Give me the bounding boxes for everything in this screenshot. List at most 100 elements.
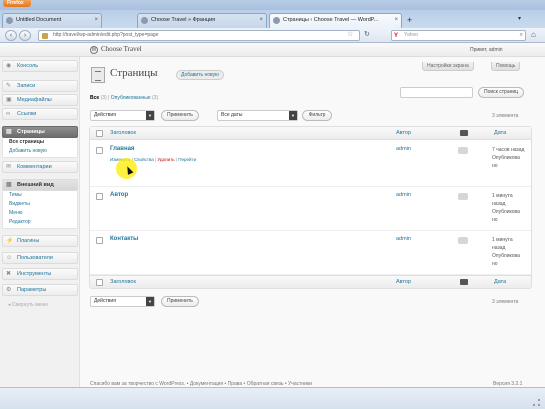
sidebar-item-appearance[interactable]: ▦ Внешний вид bbox=[2, 179, 78, 191]
admin-sidebar: ◉ Консоль ✎ Записи ▣ Медиафайлы ∞ Ссылки ▤ Ст… bbox=[0, 57, 80, 387]
home-icon[interactable]: ⌂ bbox=[531, 30, 536, 39]
back-icon[interactable]: ‹ bbox=[5, 30, 17, 41]
browser-titlebar: Firefox bbox=[0, 0, 545, 10]
filter-published[interactable]: Опубликованные bbox=[111, 95, 151, 101]
help-button[interactable]: Помощь bbox=[491, 62, 521, 71]
row-title-link[interactable]: Главная bbox=[110, 146, 134, 152]
close-icon[interactable]: × bbox=[259, 14, 263, 27]
submenu-editor[interactable]: Редактор bbox=[3, 218, 77, 227]
firefox-menu-button[interactable]: Firefox bbox=[3, 0, 31, 7]
url-bar[interactable]: http://travel/wp-admin/edit.php?post_typ… bbox=[38, 30, 360, 41]
sidebar-item-label: Параметры bbox=[17, 287, 47, 293]
browser-tab-active[interactable]: Страницы ‹ Choose Travel — WordP... × bbox=[269, 13, 402, 29]
row-title-link[interactable]: Автор bbox=[110, 192, 128, 198]
sidebar-item-posts[interactable]: ✎ Записи bbox=[2, 80, 78, 92]
media-icon: ▣ bbox=[6, 97, 12, 103]
browser-tab[interactable]: Choose Travel » Франция × bbox=[137, 13, 267, 28]
browser-tab[interactable]: Untitled Document × bbox=[2, 13, 102, 28]
column-date[interactable]: Дата bbox=[494, 130, 506, 136]
screen-options-button[interactable]: Настройки экрана bbox=[422, 62, 474, 71]
sidebar-item-label: Плагины bbox=[17, 238, 40, 244]
row-checkbox[interactable] bbox=[96, 237, 103, 244]
close-icon[interactable]: × bbox=[394, 14, 398, 27]
row-checkbox[interactable] bbox=[96, 193, 103, 200]
sidebar-item-media[interactable]: ▣ Медиафайлы bbox=[2, 94, 78, 106]
site-identity-icon bbox=[42, 33, 48, 39]
bulk-actions-select-bottom[interactable]: Действия ▼ bbox=[90, 296, 155, 307]
sidebar-item-label: Комментарии bbox=[17, 164, 52, 170]
row-checkbox[interactable] bbox=[96, 147, 103, 154]
howdy-user[interactable]: Привет, admin bbox=[470, 47, 503, 53]
sidebar-item-settings[interactable]: ⚙ Параметры bbox=[2, 284, 78, 296]
apply-button-bottom[interactable]: Применить bbox=[161, 296, 199, 307]
column-author: Автор bbox=[396, 279, 412, 285]
collapse-menu-button[interactable]: ◂ Свернуть меню bbox=[8, 302, 48, 308]
add-new-button[interactable]: Добавить новую bbox=[176, 70, 224, 80]
plugins-icon: ⚡ bbox=[6, 238, 14, 244]
page-favicon-icon bbox=[273, 17, 280, 24]
quick-edit-link[interactable]: Свойства bbox=[134, 157, 154, 162]
search-icon[interactable]: ⌕ bbox=[520, 31, 523, 40]
submenu-menus[interactable]: Меню bbox=[3, 209, 77, 218]
pin-icon: ✎ bbox=[6, 83, 12, 89]
close-icon[interactable]: × bbox=[94, 14, 98, 27]
comment-count-icon[interactable] bbox=[458, 193, 468, 200]
submenu-add-new[interactable]: Добавить новую bbox=[3, 147, 77, 156]
row-title-link[interactable]: Контакты bbox=[110, 236, 138, 242]
collapse-menu-label: Свернуть меню bbox=[11, 302, 48, 308]
pages-icon: ▤ bbox=[6, 129, 12, 135]
sidebar-item-pages[interactable]: ▤ Страницы bbox=[2, 126, 78, 138]
trash-link[interactable]: Удалить bbox=[157, 157, 174, 162]
reload-icon[interactable]: ↻ bbox=[364, 30, 370, 38]
row-author[interactable]: admin bbox=[396, 192, 411, 198]
forward-icon[interactable]: › bbox=[19, 30, 31, 41]
appearance-submenu: Темы Виджеты Меню Редактор bbox=[2, 191, 78, 229]
page-favicon-icon bbox=[141, 17, 148, 24]
select-all-checkbox[interactable] bbox=[96, 279, 103, 286]
view-link[interactable]: Перейти bbox=[178, 157, 196, 162]
new-tab-icon[interactable]: + bbox=[407, 15, 412, 25]
column-title[interactable]: Заголовок bbox=[110, 130, 136, 136]
bookmark-star-icon[interactable]: ☆ bbox=[347, 30, 353, 38]
sidebar-item-plugins[interactable]: ⚡ Плагины bbox=[2, 235, 78, 247]
page-favicon-icon bbox=[6, 17, 13, 24]
pages-icon bbox=[91, 67, 105, 83]
sidebar-item-dashboard[interactable]: ◉ Консоль bbox=[2, 60, 78, 72]
web-search-input[interactable]: Y Yahoo ⌕ bbox=[391, 30, 526, 41]
row-author[interactable]: admin bbox=[396, 146, 411, 152]
search-pages-input[interactable] bbox=[400, 87, 473, 98]
sidebar-item-label: Записи bbox=[17, 83, 36, 89]
sidebar-item-links[interactable]: ∞ Ссылки bbox=[2, 108, 78, 120]
filter-all[interactable]: Все bbox=[90, 95, 99, 101]
row-author[interactable]: admin bbox=[396, 236, 411, 242]
submenu-themes[interactable]: Темы bbox=[3, 191, 77, 200]
comments-column-icon[interactable] bbox=[460, 130, 468, 136]
dates-filter-select[interactable]: Все даты ▼ bbox=[217, 110, 298, 121]
submenu-all-pages[interactable]: Все страницы bbox=[3, 138, 77, 147]
column-title[interactable]: Заголовок bbox=[110, 279, 136, 285]
sidebar-item-label: Инструменты bbox=[17, 271, 52, 277]
search-pages-button[interactable]: Поиск страниц bbox=[478, 87, 525, 98]
comment-count-icon[interactable] bbox=[458, 237, 468, 244]
filter-button[interactable]: Фильтр bbox=[302, 110, 332, 121]
column-date[interactable]: Дата bbox=[494, 279, 506, 285]
wordpress-logo-icon[interactable]: W bbox=[90, 46, 98, 54]
comments-column-icon[interactable] bbox=[460, 279, 468, 285]
resize-grip-icon[interactable] bbox=[533, 399, 540, 406]
select-all-checkbox[interactable] bbox=[96, 130, 103, 137]
list-tabs-icon[interactable]: ▾ bbox=[518, 15, 521, 22]
yahoo-icon: Y bbox=[394, 33, 399, 39]
dashboard-icon: ◉ bbox=[6, 63, 12, 69]
sidebar-item-users[interactable]: ☺ Пользователи bbox=[2, 252, 78, 264]
site-title[interactable]: Choose Travel bbox=[101, 45, 142, 53]
browser-statusbar bbox=[0, 387, 545, 409]
bulk-actions-select[interactable]: Действия ▼ bbox=[90, 110, 155, 121]
url-text: http://travel/wp-admin/edit.php?post_typ… bbox=[53, 32, 159, 38]
submenu-widgets[interactable]: Виджеты bbox=[3, 200, 77, 209]
tools-icon: ✖ bbox=[6, 271, 12, 277]
apply-button[interactable]: Применить bbox=[161, 110, 199, 121]
dates-filter-value: Все даты bbox=[221, 112, 243, 118]
comment-count-icon[interactable] bbox=[458, 147, 468, 154]
sidebar-item-comments[interactable]: ✉ Комментарии bbox=[2, 161, 78, 173]
sidebar-item-tools[interactable]: ✖ Инструменты bbox=[2, 268, 78, 280]
